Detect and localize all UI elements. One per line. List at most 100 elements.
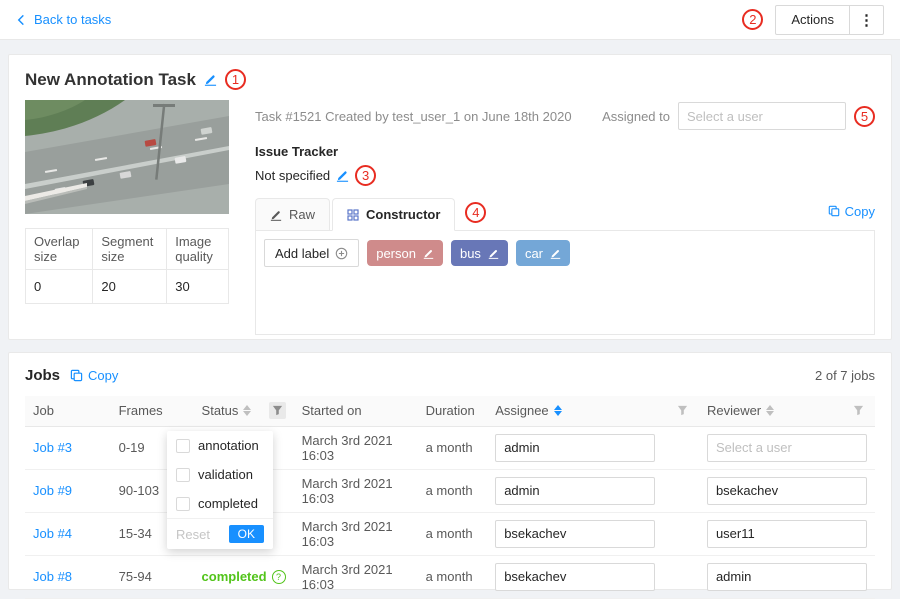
status-filter-icon[interactable]	[269, 402, 286, 419]
copy-labels-button[interactable]: Copy	[828, 204, 875, 219]
column-header-frames-label: Frames	[119, 403, 163, 418]
param-header-quality: Image quality	[167, 229, 229, 270]
checkbox-icon[interactable]	[176, 439, 190, 453]
task-right-column: Task #1521 Created by test_user_1 on Jun…	[255, 100, 875, 335]
label-chip-person[interactable]: person	[367, 240, 443, 266]
sort-carets-icon[interactable]	[554, 405, 562, 416]
job-link[interactable]: Job #4	[33, 526, 72, 541]
duration-cell: a month	[426, 483, 473, 498]
job-link[interactable]: Job #3	[33, 440, 72, 455]
ok-button[interactable]: OK	[229, 525, 264, 543]
kebab-menu-icon: ⋮	[859, 11, 874, 29]
top-bar-right: 2 Actions ⋮	[742, 5, 884, 35]
blocks-icon	[347, 209, 359, 221]
filter-option-validation[interactable]: validation	[167, 460, 273, 489]
actions-button-group: Actions ⋮	[775, 5, 884, 35]
column-header-status-label[interactable]: Status	[202, 403, 239, 418]
filter-option-annotation[interactable]: annotation	[167, 431, 273, 460]
reset-button[interactable]: Reset	[176, 527, 210, 542]
jobs-table-header: Job Frames Status Started on Duration	[25, 396, 875, 426]
checkbox-icon[interactable]	[176, 497, 190, 511]
tab-constructor[interactable]: Constructor	[332, 198, 455, 231]
task-meta-text: Task #1521 Created by test_user_1 on Jun…	[255, 109, 572, 124]
back-to-tasks-link[interactable]: Back to tasks	[16, 12, 111, 27]
edit-label-bus-button[interactable]	[488, 248, 499, 259]
back-to-tasks-label: Back to tasks	[34, 12, 111, 27]
status-text: completed	[202, 569, 267, 584]
table-row: Job #9 90-103 March 3rd 2021 16:03 a mon…	[25, 469, 875, 512]
copy-jobs-button[interactable]: Copy	[70, 368, 118, 383]
actions-label: Actions	[791, 12, 834, 27]
sort-carets-icon[interactable]	[766, 405, 774, 416]
actions-menu-button[interactable]: ⋮	[849, 6, 883, 34]
label-chip-car-name: car	[525, 246, 543, 261]
task-assignee-input[interactable]	[678, 102, 846, 130]
param-value-overlap: 0	[26, 270, 93, 304]
annotation-marker-2: 2	[742, 9, 763, 30]
frames-cell: 15-34	[119, 526, 152, 541]
label-chip-car[interactable]: car	[516, 240, 570, 266]
started-cell: March 3rd 2021 16:03	[302, 433, 393, 463]
param-value-quality: 30	[167, 270, 229, 304]
status-filter-dropdown: annotation validation completed Reset OK	[167, 431, 273, 549]
assignee-input[interactable]	[495, 563, 655, 591]
reviewer-input[interactable]	[707, 477, 867, 505]
job-link[interactable]: Job #8	[33, 569, 72, 584]
column-header-assignee-label[interactable]: Assignee	[495, 403, 548, 418]
copy-icon	[70, 369, 83, 382]
labels-tab-bar: Raw Constructor 4 Copy	[255, 198, 875, 231]
status-cell: completed ?	[194, 555, 294, 598]
plus-circle-icon	[335, 247, 348, 260]
edit-task-name-button[interactable]	[204, 73, 217, 86]
assignee-filter-icon[interactable]	[674, 402, 691, 419]
checkbox-icon[interactable]	[176, 468, 190, 482]
reviewer-filter-icon[interactable]	[850, 402, 867, 419]
reviewer-input[interactable]	[707, 563, 867, 591]
labels-constructor-panel: Add label person b	[255, 231, 875, 335]
column-header-job: Job	[25, 396, 111, 426]
table-row: Job #3 0-19 March 3rd 2021 16:03 a month	[25, 426, 875, 469]
tab-raw[interactable]: Raw	[255, 198, 330, 230]
annotation-marker-5: 5	[854, 106, 875, 127]
pencil-icon	[270, 209, 282, 221]
param-header-overlap: Overlap size	[26, 229, 93, 270]
frames-cell: 90-103	[119, 483, 159, 498]
edit-label-person-button[interactable]	[423, 248, 434, 259]
param-header-segment: Segment size	[93, 229, 167, 270]
label-chip-person-name: person	[376, 246, 416, 261]
started-cell: March 3rd 2021 16:03	[302, 562, 393, 592]
label-chip-bus[interactable]: bus	[451, 240, 508, 266]
assignee-input[interactable]	[495, 434, 655, 462]
top-bar: Back to tasks 2 Actions ⋮	[0, 0, 900, 40]
pencil-icon	[423, 248, 434, 259]
question-circle-icon[interactable]: ?	[272, 570, 286, 584]
assignee-input[interactable]	[495, 520, 655, 548]
job-link[interactable]: Job #9	[33, 483, 72, 498]
annotation-marker-4: 4	[465, 202, 486, 223]
filter-option-completed[interactable]: completed	[167, 489, 273, 518]
assigned-to-label: Assigned to	[602, 109, 670, 124]
jobs-card: Jobs Copy 2 of 7 jobs Job Frames Status	[8, 352, 892, 590]
assignee-input[interactable]	[495, 477, 655, 505]
task-columns: Overlap size Segment size Image quality …	[25, 100, 875, 335]
annotation-marker-3: 3	[355, 165, 376, 186]
pencil-icon	[550, 248, 561, 259]
started-cell: March 3rd 2021 16:03	[302, 519, 393, 549]
tab-constructor-label: Constructor	[366, 207, 440, 222]
reviewer-input[interactable]	[707, 520, 867, 548]
copy-labels-label: Copy	[845, 204, 875, 219]
table-row: Job #8 75-94 completed ? March 3rd 2021 …	[25, 555, 875, 598]
edit-issue-tracker-button[interactable]	[336, 169, 349, 182]
labels-editor: Raw Constructor 4 Copy	[255, 198, 875, 335]
actions-button[interactable]: Actions	[776, 6, 849, 34]
edit-label-car-button[interactable]	[550, 248, 561, 259]
task-summary-card: New Annotation Task 1	[8, 54, 892, 340]
started-cell: March 3rd 2021 16:03	[302, 476, 393, 506]
add-label-button[interactable]: Add label	[264, 239, 359, 267]
pencil-icon	[488, 248, 499, 259]
column-header-reviewer-label[interactable]: Reviewer	[707, 403, 761, 418]
task-preview-image	[25, 100, 229, 214]
column-header-frames: Frames	[111, 396, 194, 426]
reviewer-input[interactable]	[707, 434, 867, 462]
sort-carets-icon[interactable]	[243, 405, 251, 416]
